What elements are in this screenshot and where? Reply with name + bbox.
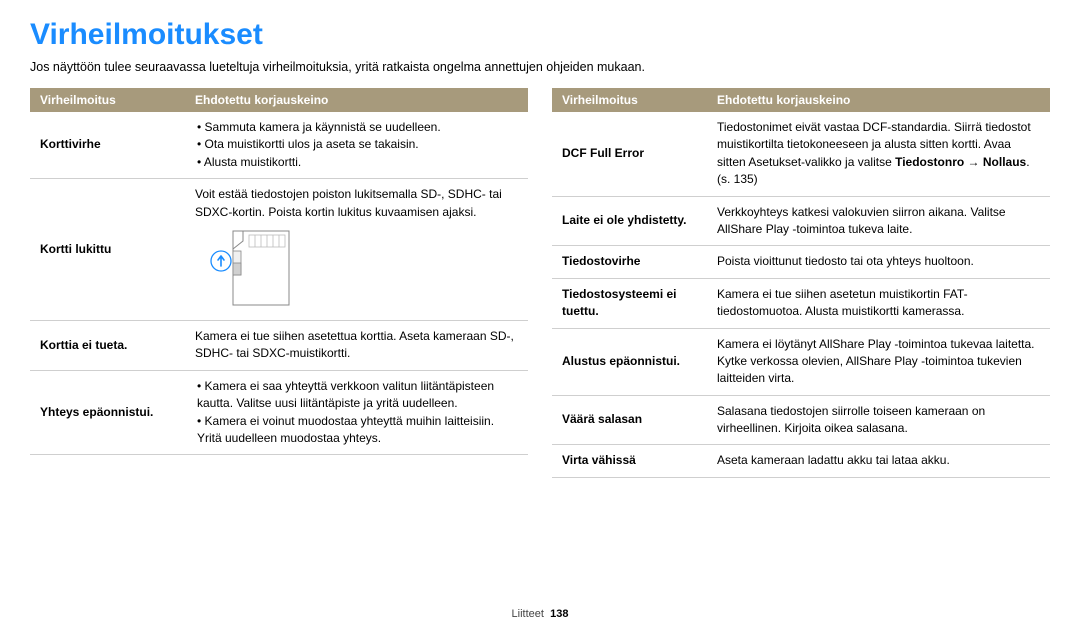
row-content: Kamera ei löytänyt AllShare Play -toimin… <box>707 328 1050 395</box>
table-row: Väärä salasan Salasana tiedostojen siirr… <box>552 395 1050 445</box>
header-korjauskeino: Ehdotettu korjauskeino <box>185 88 528 112</box>
table-row: Virta vähissä Aseta kameraan ladattu akk… <box>552 445 1050 477</box>
table-row: Yhteys epäonnistui. Kamera ei saa yhteyt… <box>30 370 528 455</box>
header-virheilmoitus: Virheilmoitus <box>30 88 185 112</box>
document-page: Virheilmoitukset Jos näyttöön tulee seur… <box>0 0 1080 630</box>
bullet-item: Kamera ei voinut muodostaa yhteyttä muih… <box>197 413 518 448</box>
row-label-virta: Virta vähissä <box>552 445 707 477</box>
footer-page-number: 138 <box>550 608 568 620</box>
table-row: Alustus epäonnistui. Kamera ei löytänyt … <box>552 328 1050 395</box>
left-column: Virheilmoitus Ehdotettu korjauskeino Kor… <box>30 88 528 478</box>
row-label-korttivirhe: Korttivirhe <box>30 112 185 179</box>
bullet-item: Alusta muistikortti. <box>197 154 518 171</box>
two-column-layout: Virheilmoitus Ehdotettu korjauskeino Kor… <box>30 88 1050 478</box>
table-row: DCF Full Error Tiedostonimet eivät vasta… <box>552 112 1050 196</box>
header-virheilmoitus: Virheilmoitus <box>552 88 707 112</box>
table-row: Tiedostovirhe Poista vioittunut tiedosto… <box>552 246 1050 278</box>
dcf-bold-a: Tiedostonro <box>895 155 964 169</box>
row-content: Kamera ei tue siihen asetettua korttia. … <box>185 320 528 370</box>
row-content: Salasana tiedostojen siirrolle toiseen k… <box>707 395 1050 445</box>
row-content: Kamera ei saa yhteyttä verkkoon valitun … <box>185 370 528 455</box>
header-korjauskeino: Ehdotettu korjauskeino <box>707 88 1050 112</box>
row-content: Sammuta kamera ja käynnistä se uudelleen… <box>185 112 528 179</box>
row-label-salasana: Väärä salasan <box>552 395 707 445</box>
row-content: Verkkoyhteys katkesi valokuvien siirron … <box>707 196 1050 246</box>
error-table-left: Virheilmoitus Ehdotettu korjauskeino Kor… <box>30 88 528 455</box>
row-label-alustus: Alustus epäonnistui. <box>552 328 707 395</box>
page-title: Virheilmoitukset <box>30 18 1050 52</box>
error-table-right: Virheilmoitus Ehdotettu korjauskeino DCF… <box>552 88 1050 478</box>
row-label-kortti-lukittu: Kortti lukittu <box>30 179 185 321</box>
table-row: Kortti lukittu Voit estää tiedostojen po… <box>30 179 528 321</box>
bullet-item: Kamera ei saa yhteyttä verkkoon valitun … <box>197 378 518 413</box>
table-header-row: Virheilmoitus Ehdotettu korjauskeino <box>30 88 528 112</box>
row-content: Voit estää tiedostojen poiston lukitsema… <box>185 179 528 321</box>
row-content: Poista vioittunut tiedosto tai ota yhtey… <box>707 246 1050 278</box>
kortti-lukittu-text: Voit estää tiedostojen poiston lukitsema… <box>195 186 518 221</box>
arrow-icon: → <box>964 155 983 169</box>
row-label-tiedostovirhe: Tiedostovirhe <box>552 246 707 278</box>
bullet-item: Sammuta kamera ja käynnistä se uudelleen… <box>197 119 518 136</box>
footer-section: Liitteet <box>512 608 544 620</box>
table-row: Tiedostosysteemi ei tuettu. Kamera ei tu… <box>552 278 1050 328</box>
row-label-korttia-ei-tueta: Korttia ei tueta. <box>30 320 185 370</box>
dcf-bold-b: Nollaus <box>983 155 1026 169</box>
page-footer: Liitteet 138 <box>0 608 1080 620</box>
row-content: Tiedostonimet eivät vastaa DCF-standardi… <box>707 112 1050 196</box>
sd-card-icon <box>209 227 299 313</box>
right-column: Virheilmoitus Ehdotettu korjauskeino DCF… <box>552 88 1050 478</box>
intro-text: Jos näyttöön tulee seuraavassa lueteltuj… <box>30 60 1050 74</box>
bullet-item: Ota muistikortti ulos ja aseta se takais… <box>197 136 518 153</box>
table-row: Laite ei ole yhdistetty. Verkkoyhteys ka… <box>552 196 1050 246</box>
table-row: Korttia ei tueta. Kamera ei tue siihen a… <box>30 320 528 370</box>
row-content: Kamera ei tue siihen asetetun muistikort… <box>707 278 1050 328</box>
row-label-fs: Tiedostosysteemi ei tuettu. <box>552 278 707 328</box>
table-row: Korttivirhe Sammuta kamera ja käynnistä … <box>30 112 528 179</box>
table-header-row: Virheilmoitus Ehdotettu korjauskeino <box>552 88 1050 112</box>
row-label-dcf: DCF Full Error <box>552 112 707 196</box>
row-label-yhteys-epaonnistui: Yhteys epäonnistui. <box>30 370 185 455</box>
row-label-laite: Laite ei ole yhdistetty. <box>552 196 707 246</box>
row-content: Aseta kameraan ladattu akku tai lataa ak… <box>707 445 1050 477</box>
